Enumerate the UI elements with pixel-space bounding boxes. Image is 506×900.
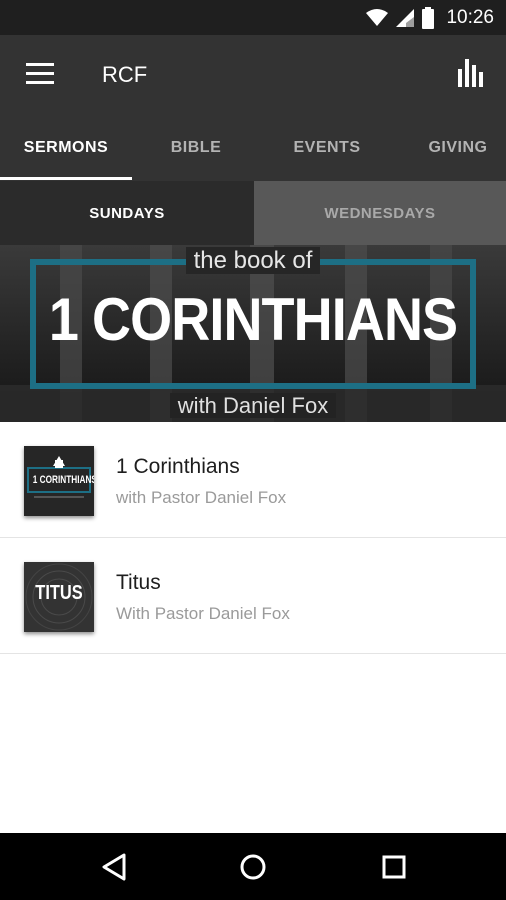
list-item[interactable]: TITUS Titus With Pastor Daniel Fox — [0, 538, 506, 654]
status-time: 10:26 — [446, 6, 494, 28]
series-subtitle: with Pastor Daniel Fox — [116, 488, 287, 507]
list-item[interactable]: 1 CORINTHIANS 1 Corinthians with Pastor … — [0, 422, 506, 538]
recents-icon[interactable] — [376, 849, 412, 885]
series-title: 1 Corinthians — [116, 455, 240, 478]
banner-top-line: the book of — [0, 247, 506, 275]
tab-indicator — [0, 177, 132, 180]
cell-signal-icon — [396, 8, 415, 27]
system-nav-bar — [0, 833, 506, 900]
tab-giving[interactable]: GIVING — [396, 115, 506, 181]
status-bar: 10:26 — [0, 0, 506, 35]
banner-bottom-line: with Daniel Fox — [0, 393, 506, 419]
subtab-sundays[interactable]: SUNDAYS — [0, 181, 254, 245]
tab-sermons[interactable]: SERMONS — [0, 115, 132, 181]
tab-bible[interactable]: BIBLE — [132, 115, 260, 181]
thumbnail-label: 1 CORINTHIANS — [32, 474, 94, 486]
series-thumbnail: 1 CORINTHIANS — [24, 446, 94, 516]
back-icon[interactable] — [96, 849, 132, 885]
app-bar: RCF — [0, 35, 506, 115]
menu-icon[interactable] — [26, 63, 54, 85]
series-thumbnail: TITUS — [24, 562, 94, 632]
tab-events[interactable]: EVENTS — [262, 115, 392, 181]
battery-icon — [422, 6, 435, 29]
thumbnail-label: TITUS — [35, 582, 83, 604]
banner-title: 1 CORINTHIANS — [48, 286, 458, 353]
status-icons: 10:26 — [366, 0, 494, 35]
main-tabs: SERMONS BIBLE EVENTS GIVING — [0, 115, 506, 181]
sub-tabs: SUNDAYS WEDNESDAYS — [0, 181, 506, 245]
subtab-wednesdays[interactable]: WEDNESDAYS — [254, 181, 506, 245]
stats-icon[interactable] — [458, 57, 486, 87]
series-subtitle: With Pastor Daniel Fox — [116, 604, 290, 623]
screen: 10:26 RCF SERMONS BIBLE EVENTS GIVING SU… — [0, 0, 506, 900]
series-title: Titus — [116, 571, 161, 594]
wifi-icon — [366, 8, 389, 26]
home-icon[interactable] — [235, 849, 271, 885]
series-banner[interactable]: the book of 1 CORINTHIANS with Daniel Fo… — [0, 245, 506, 422]
series-list: 1 CORINTHIANS 1 Corinthians with Pastor … — [0, 422, 506, 654]
app-title: RCF — [102, 62, 148, 87]
